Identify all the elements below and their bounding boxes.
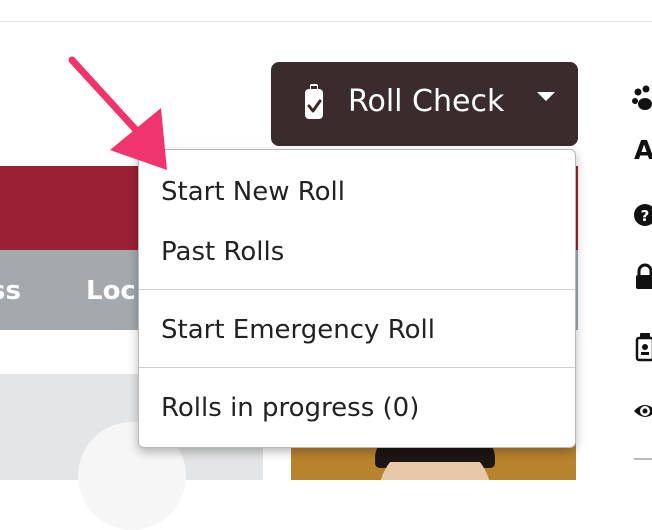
pointer-arrow-icon (68, 56, 167, 170)
